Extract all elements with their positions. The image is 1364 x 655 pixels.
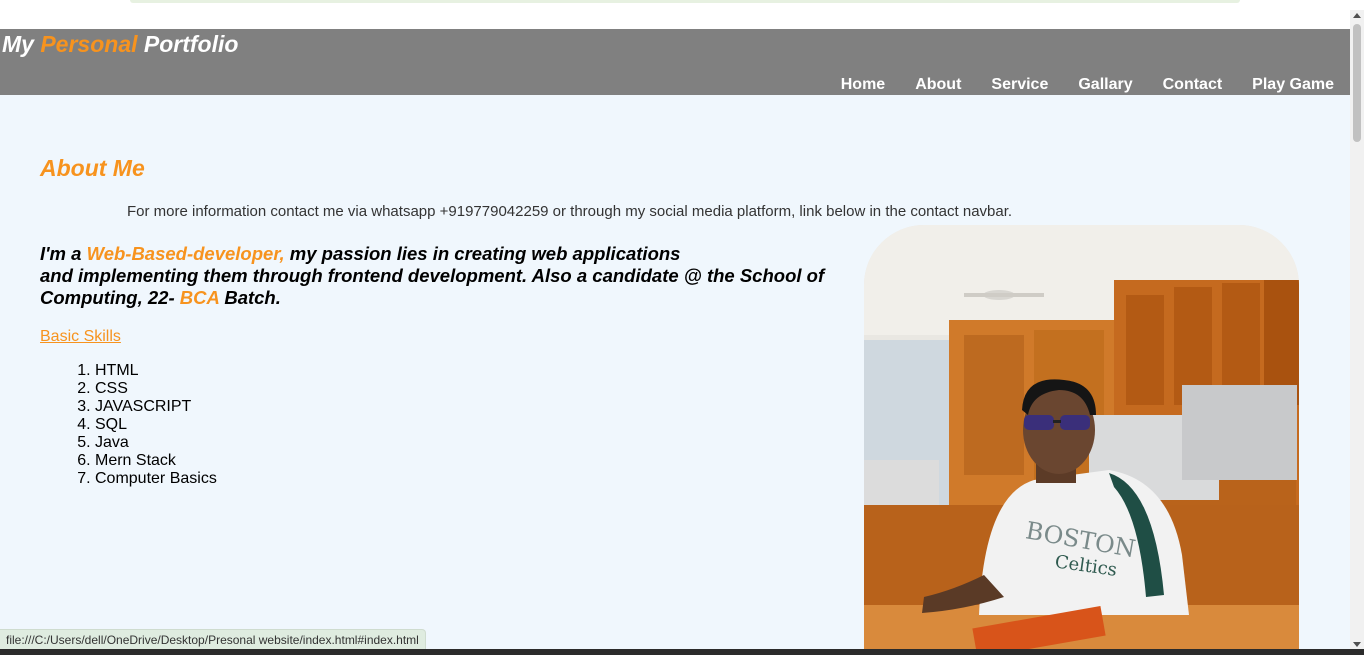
logo-part-my: My [2, 31, 41, 57]
profile-photo: BOSTON Celtics [864, 225, 1299, 655]
intro-part: and implementing them through frontend d… [40, 265, 825, 308]
status-bar-url: file:///C:/Users/dell/OneDrive/Desktop/P… [0, 629, 426, 651]
scroll-up-icon[interactable] [1353, 13, 1361, 18]
intro-highlight-bca: BCA [179, 287, 220, 308]
skill-item: Computer Basics [95, 470, 217, 488]
skill-item: HTML [95, 362, 217, 380]
contact-note: For more information contact me via what… [127, 203, 1013, 220]
site-logo: My Personal Portfolio [2, 31, 238, 58]
nav-contact[interactable]: Contact [1163, 76, 1223, 94]
main-nav: Home About Service Gallary Contact Play … [811, 76, 1334, 94]
intro-part: I'm a [40, 243, 87, 264]
intro-text: I'm a Web-Based-developer, my passion li… [40, 243, 850, 309]
scrollbar-thumb[interactable] [1353, 24, 1361, 142]
nav-about[interactable]: About [915, 76, 961, 94]
skill-item: JAVASCRIPT [95, 398, 217, 416]
nav-service[interactable]: Service [991, 76, 1048, 94]
browser-top-strip [0, 0, 1364, 30]
profile-photo-illustration: BOSTON Celtics [864, 225, 1299, 655]
logo-part-portfolio: Portfolio [137, 31, 239, 57]
intro-part: my passion lies in creating web applicat… [284, 243, 681, 264]
address-bar-edge [130, 0, 1240, 3]
taskbar-strip [0, 649, 1364, 655]
about-title: About Me [40, 155, 145, 181]
nav-home[interactable]: Home [841, 76, 885, 94]
intro-highlight-role: Web-Based-developer, [86, 243, 285, 264]
skill-item: SQL [95, 416, 217, 434]
skill-item: CSS [95, 380, 217, 398]
logo-part-personal: Personal [40, 31, 138, 57]
skills-list: HTML CSS JAVASCRIPT SQL Java Mern Stack … [55, 362, 217, 488]
site-header: My Personal Portfolio Home About Service… [0, 29, 1350, 95]
basic-skills-link[interactable]: Basic Skills [40, 328, 121, 346]
nav-gallary[interactable]: Gallary [1078, 76, 1132, 94]
nav-play-game[interactable]: Play Game [1252, 76, 1334, 94]
skill-item: Mern Stack [95, 452, 217, 470]
intro-part: Batch. [219, 287, 281, 308]
scroll-down-icon[interactable] [1353, 642, 1361, 647]
skill-item: Java [95, 434, 217, 452]
vertical-scrollbar[interactable] [1350, 10, 1364, 650]
